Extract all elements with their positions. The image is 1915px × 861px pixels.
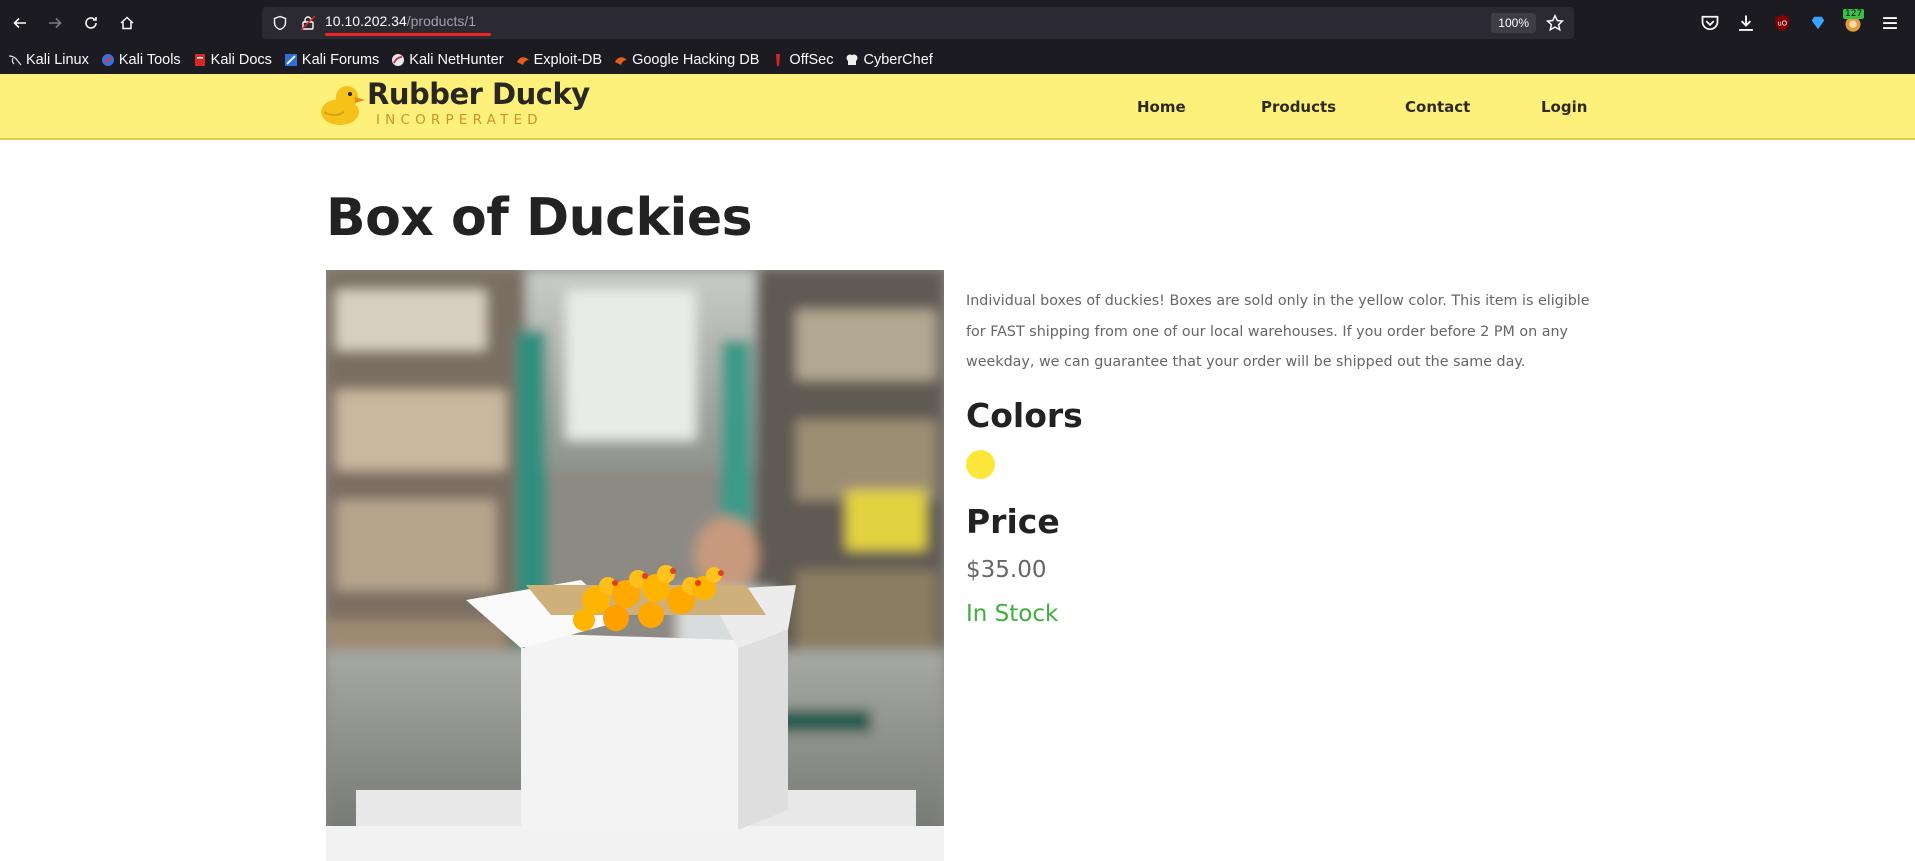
rubber-duck-logo-icon[interactable] [320,82,366,126]
nav-login[interactable]: Login [1541,98,1587,116]
bookmark-label: Kali Forums [301,52,380,68]
bookmark-google-hacking-db[interactable]: Google Hacking DB [614,52,759,68]
nav-products[interactable]: Products [1261,98,1336,116]
bookmark-label: Google Hacking DB [632,52,760,68]
stock-status: In Stock [966,601,1059,627]
exploit-db-icon [516,57,529,65]
bookmark-label: Kali Docs [210,52,272,68]
color-swatch-yellow[interactable] [966,450,995,479]
kali-dragon-icon [8,55,22,66]
kali-docs-icon [194,54,205,66]
bookmark-offsec[interactable]: OffSec [771,52,833,68]
back-button[interactable] [8,11,32,35]
logo-title[interactable]: Rubber Ducky [367,77,590,111]
extension-badge: 127 [1843,9,1865,19]
forward-button[interactable] [43,11,67,35]
kali-forums-icon [284,54,297,66]
bookmark-label: OffSec [789,52,834,68]
browser-toolbar: 10.10.202.34/products/1 100% uO 127 [0,0,1915,46]
bookmark-kali-tools[interactable]: Kali Tools [101,52,181,68]
wappalyzer-icon[interactable] [1808,13,1828,33]
url-text[interactable]: 10.10.202.34/products/1 [325,13,476,29]
shield-icon[interactable] [272,15,288,31]
price-heading: Price [966,502,1060,541]
kali-nethunter-icon [392,54,405,66]
pocket-icon[interactable] [1700,13,1720,33]
url-host: 10.10.202.34 [325,13,407,29]
bookmark-kali-docs[interactable]: Kali Docs [193,52,272,68]
bookmarks-bar: Kali Linux Kali Tools Kali Docs Kali For… [0,46,1915,74]
address-bar[interactable]: 10.10.202.34/products/1 100% [262,7,1574,39]
ghdb-icon [615,57,628,65]
site-header: Rubber Ducky INCORPERATED Home Products … [0,74,1915,140]
home-button[interactable] [115,11,139,35]
bookmark-kali-nethunter[interactable]: Kali NetHunter [391,52,504,68]
reload-button[interactable] [79,11,103,35]
logo-subtitle: INCORPERATED [376,112,543,128]
cyberchef-icon [846,54,858,65]
insecure-lock-icon[interactable] [300,15,316,31]
svg-text:uO: uO [1777,20,1787,28]
bookmark-label: Kali NetHunter [409,52,504,68]
kali-tools-icon [101,54,114,66]
product-photo-illustration [326,270,944,861]
bookmark-label: Kali Linux [26,52,89,68]
bookmark-exploit-db[interactable]: Exploit-DB [516,52,603,68]
bookmark-kali-forums[interactable]: Kali Forums [284,52,379,68]
bookmark-kali-linux[interactable]: Kali Linux [8,52,89,68]
url-underline [325,33,491,36]
bookmark-cyberchef[interactable]: CyberChef [845,52,933,68]
nav-contact[interactable]: Contact [1405,98,1470,116]
nav-home[interactable]: Home [1137,98,1186,116]
bookmark-star-icon[interactable] [1546,14,1564,32]
forward-arrow-icon [49,17,62,29]
offsec-icon [776,54,781,66]
colors-heading: Colors [966,396,1083,435]
product-title: Box of Duckies [326,188,753,248]
bookmark-label: Exploit-DB [533,52,603,68]
bookmark-label: CyberChef [863,52,933,68]
ublock-origin-icon[interactable]: uO [1772,13,1792,33]
reload-icon [85,17,97,29]
back-arrow-icon [13,17,26,29]
product-image [326,270,944,861]
product-price: $35.00 [966,557,1047,583]
home-icon [120,16,134,30]
product-description: Individual boxes of duckies! Boxes are s… [966,293,1590,370]
menu-icon[interactable] [1880,13,1900,33]
bookmark-label: Kali Tools [118,52,181,68]
downloads-icon[interactable] [1736,13,1756,33]
zoom-level[interactable]: 100% [1491,13,1536,33]
url-path: /products/1 [406,13,477,29]
